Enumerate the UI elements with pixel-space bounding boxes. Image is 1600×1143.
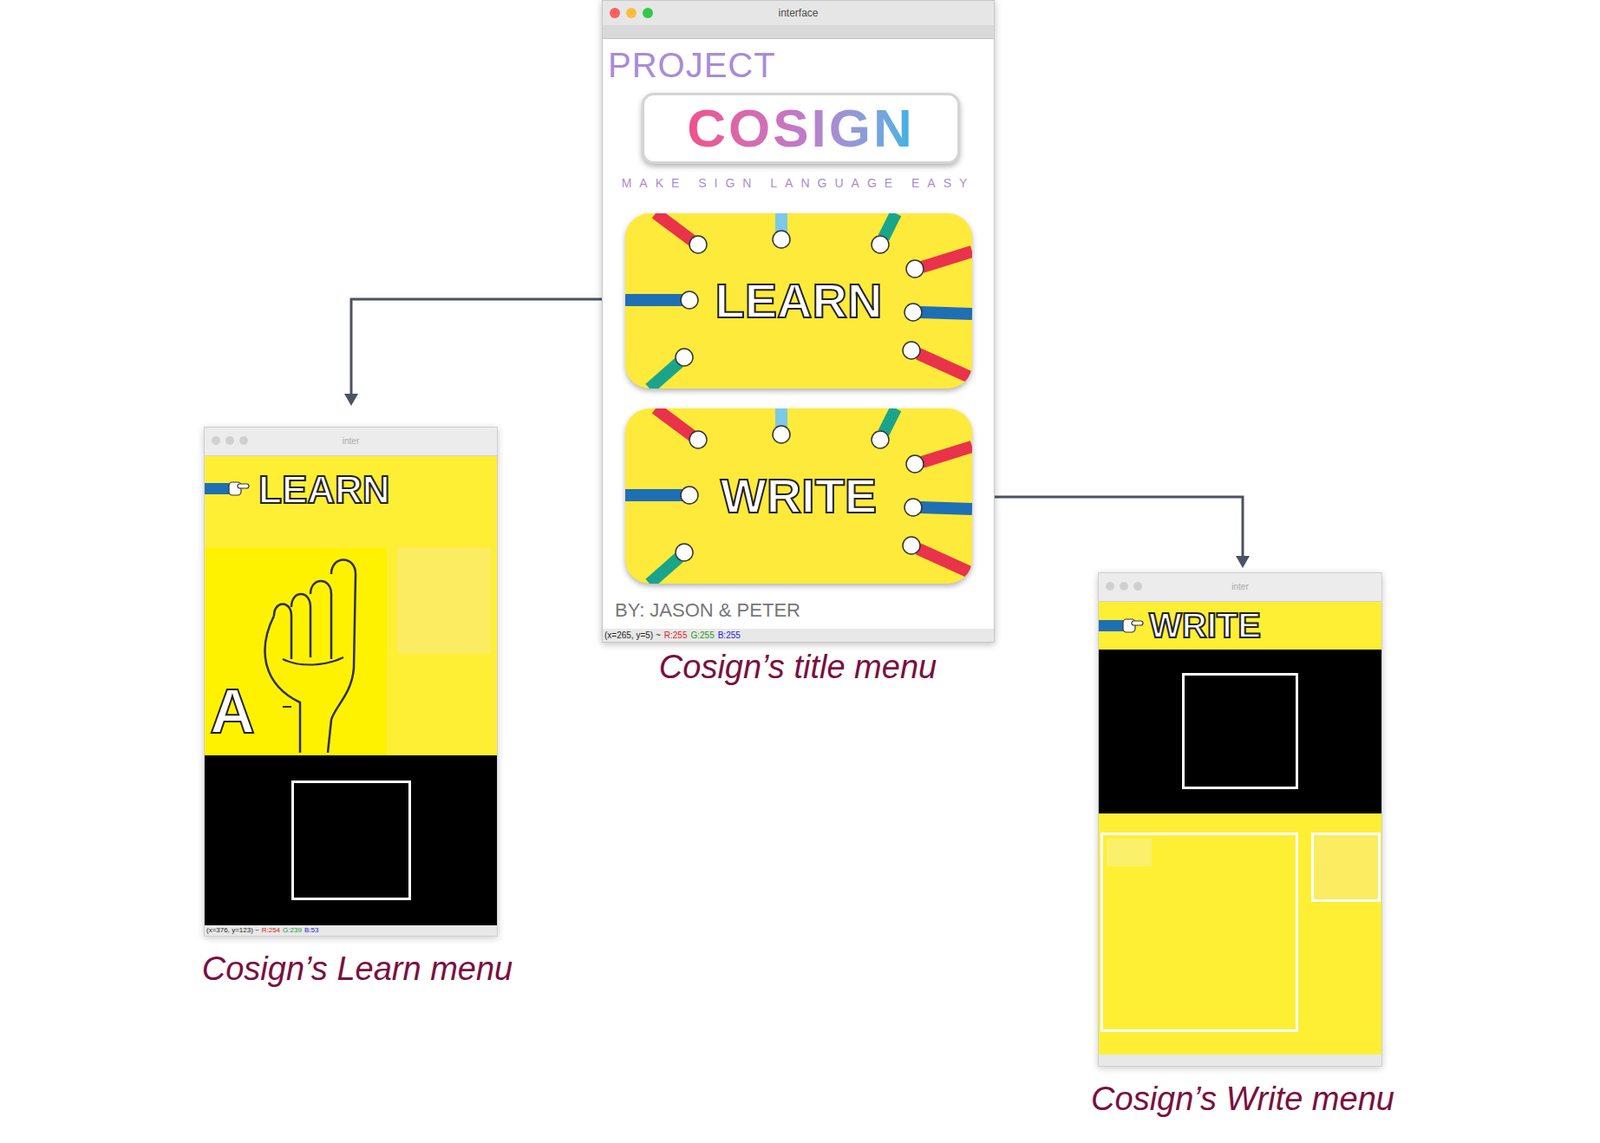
tagline: MAKE SIGN LANGUAGE EASY — [602, 176, 994, 190]
window-title: inter — [1231, 580, 1248, 594]
cursor-slot — [1106, 838, 1152, 867]
close-icon[interactable] — [211, 436, 221, 445]
header-title: WRITE — [1149, 605, 1261, 646]
status-bar: (x=376, y=123) ~ R:254 G:239 B:53 — [204, 925, 497, 936]
header-title: LEARN — [258, 468, 391, 512]
title-bar: inter — [1098, 573, 1382, 602]
zoom-icon[interactable] — [1133, 581, 1143, 591]
title-bar: interface — [602, 0, 994, 26]
camera-feed — [1098, 649, 1382, 814]
window-controls — [211, 436, 249, 445]
toolbar — [602, 25, 994, 40]
status-position: (x=376, y=123) ~ — [206, 926, 260, 935]
status-red: R:255 — [664, 630, 688, 641]
writing-area — [1098, 813, 1382, 1055]
window-title: interface — [777, 5, 818, 21]
write-button[interactable]: WRITE — [625, 408, 973, 584]
status-bar: (x=265, y=5) ~ R:255 G:255 B:255 — [602, 628, 994, 642]
status-position: (x=265, y=5) ~ — [604, 630, 661, 641]
window-title: inter — [342, 434, 360, 448]
title-content: PROJECT COSIGN MAKE SIGN LANGUAGE EASY — [602, 39, 994, 642]
learn-header: LEARN — [204, 456, 497, 549]
window-controls — [609, 7, 654, 19]
camera-feed — [204, 755, 497, 926]
figure-caption: Cosign’s Write menu — [1025, 1078, 1460, 1119]
status-blue: B:255 — [718, 630, 741, 641]
text-output-box — [1100, 832, 1299, 1032]
window-controls — [1105, 581, 1143, 591]
zoom-icon[interactable] — [239, 436, 249, 445]
status-red: R:254 — [261, 926, 281, 935]
pointing-hand-icon — [1098, 612, 1144, 639]
minimize-icon[interactable] — [1119, 581, 1129, 591]
credits: BY: JASON & PETER — [614, 599, 994, 622]
status-green: G:255 — [690, 630, 714, 641]
status-green: G:239 — [282, 926, 302, 935]
status-bar — [1098, 1054, 1382, 1066]
close-icon[interactable] — [1105, 581, 1115, 591]
fist-sign-icon — [248, 555, 379, 753]
logo: COSIGN — [641, 92, 960, 164]
pointing-hand-icon — [204, 475, 250, 502]
status-blue: B:53 — [304, 926, 319, 935]
write-window: inter WRITE — [1097, 572, 1383, 1067]
write-header: WRITE — [1098, 601, 1382, 650]
letter-label: A — [209, 676, 255, 746]
logo-text: COSIGN — [686, 97, 915, 159]
letter-preview-box — [1311, 832, 1381, 902]
close-icon[interactable] — [609, 7, 621, 19]
learn-window: inter LEARN — [203, 426, 498, 937]
learn-button[interactable]: LEARN — [625, 213, 973, 389]
figure-caption: Cosign’s title menu — [581, 646, 1015, 687]
capture-box[interactable] — [291, 780, 412, 901]
button-label: LEARN — [715, 273, 883, 329]
menu-buttons: LEARN WRITE — [625, 213, 994, 584]
project-heading: PROJECT — [607, 45, 994, 85]
minimize-icon[interactable] — [225, 436, 235, 445]
figure-caption: Cosign’s Learn menu — [140, 948, 575, 989]
button-label: WRITE — [720, 468, 877, 524]
sign-illustration: A — [204, 548, 387, 756]
capture-box[interactable] — [1182, 672, 1299, 790]
title-window: interface PROJECT COSIGN MAKE SIGN LANGU… — [601, 0, 995, 643]
minimize-icon[interactable] — [626, 7, 637, 19]
zoom-icon[interactable] — [642, 7, 654, 19]
title-bar: inter — [204, 427, 497, 457]
preview-slot — [397, 548, 491, 654]
lesson-area: A — [204, 548, 497, 756]
diagram-canvas: interface PROJECT COSIGN MAKE SIGN LANGU… — [0, 0, 1600, 1143]
